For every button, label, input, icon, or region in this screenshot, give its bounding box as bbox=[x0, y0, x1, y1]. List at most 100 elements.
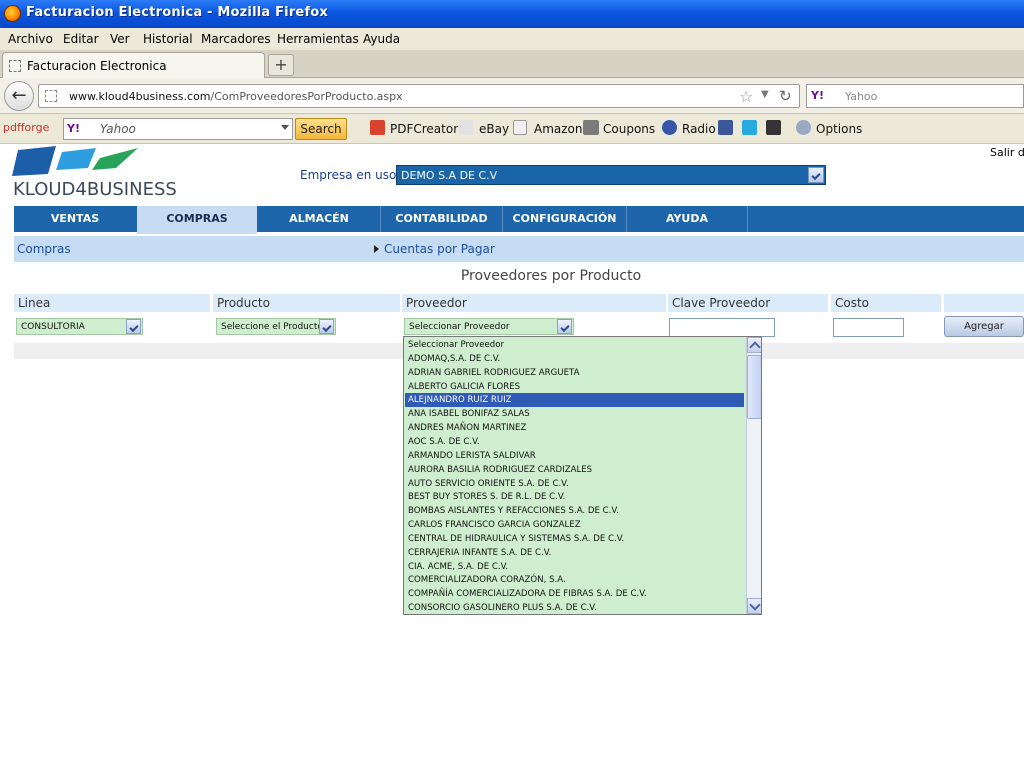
new-tab-button[interactable]: + bbox=[268, 54, 294, 76]
ebay-icon bbox=[459, 120, 473, 135]
clave-proveedor-input[interactable] bbox=[669, 318, 775, 337]
chevron-down-icon[interactable] bbox=[808, 167, 824, 183]
logo-mark-icon bbox=[12, 146, 138, 176]
web-search-placeholder: Yahoo bbox=[845, 90, 878, 103]
dropdown-option[interactable]: AOC S.A. DE C.V. bbox=[405, 435, 744, 449]
menu-marcadores[interactable]: Marcadores bbox=[201, 32, 271, 46]
menu-historial[interactable]: Historial bbox=[143, 32, 193, 46]
twitter-icon[interactable] bbox=[742, 120, 757, 135]
chevron-down-icon[interactable] bbox=[281, 125, 289, 130]
back-button[interactable]: ← bbox=[4, 81, 34, 111]
add-button[interactable]: Agregar bbox=[944, 316, 1024, 337]
empresa-select[interactable]: DEMO S.A DE C.V bbox=[396, 165, 826, 185]
dropdown-option[interactable]: AUTO SERVICIO ORIENTE S.A. DE C.V. bbox=[405, 477, 744, 491]
proveedor-select[interactable]: Seleccionar Proveedor bbox=[404, 318, 574, 335]
linea-value: CONSULTORIA bbox=[21, 322, 85, 332]
header-producto: Producto bbox=[213, 294, 400, 312]
dropdown-option[interactable]: ALBERTO GALICIA FLORES bbox=[405, 380, 744, 394]
bookmark-star-icon[interactable]: ☆ bbox=[739, 87, 753, 106]
scroll-down-icon[interactable] bbox=[747, 598, 761, 614]
nav-compras[interactable]: COMPRAS bbox=[137, 206, 257, 234]
dropdown-scrollbar[interactable] bbox=[746, 337, 761, 614]
radio-button[interactable]: Radio bbox=[682, 122, 716, 136]
coupons-button[interactable]: Coupons bbox=[603, 122, 655, 136]
costo-input[interactable] bbox=[833, 318, 904, 337]
producto-select[interactable]: Seleccione el Producto bbox=[216, 318, 336, 335]
dropdown-option[interactable]: BOMBAS AISLANTES Y REFACCIONES S.A. DE C… bbox=[405, 504, 744, 518]
main-nav: VENTAS COMPRAS ALMACÉN CONTABILIDAD CONF… bbox=[14, 206, 1024, 234]
radio-icon bbox=[662, 120, 677, 135]
empresa-value: DEMO S.A DE C.V bbox=[401, 169, 498, 182]
page-title: Proveedores por Producto bbox=[460, 268, 642, 284]
breadcrumb-compras[interactable]: Compras bbox=[17, 242, 71, 256]
nav-contabilidad[interactable]: CONTABILIDAD bbox=[381, 206, 502, 232]
dropdown-option[interactable]: CONSORCIO GASOLINERO PLUS S.A. DE C.V. bbox=[405, 601, 744, 614]
menu-archivo[interactable]: Archivo bbox=[8, 32, 53, 46]
dropdown-option[interactable]: ARMANDO LERISTA SALDIVAR bbox=[405, 449, 744, 463]
navigation-bar: ← www.kloud4business.com/ComProveedoresP… bbox=[0, 78, 1024, 114]
ebay-button[interactable]: eBay bbox=[479, 122, 509, 136]
dropdown-option[interactable]: AURORA BASILIA RODRIGUEZ CARDIZALES bbox=[405, 463, 744, 477]
empresa-label: Empresa en uso: bbox=[300, 168, 401, 182]
dropdown-option[interactable]: CENTRAL DE HIDRAULICA Y SISTEMAS S.A. DE… bbox=[405, 532, 744, 546]
linea-select[interactable]: CONSULTORIA bbox=[16, 318, 143, 335]
menu-editar[interactable]: Editar bbox=[63, 32, 99, 46]
page-icon bbox=[45, 90, 57, 102]
nav-ventas[interactable]: VENTAS bbox=[14, 206, 136, 232]
menu-ayuda[interactable]: Ayuda bbox=[363, 32, 400, 46]
dropdown-option[interactable]: ADRIAN GABRIEL RODRIGUEZ ARGUETA bbox=[405, 366, 744, 380]
kloud4business-logo: KLOUD4BUSINESS bbox=[12, 146, 177, 202]
logo-text: KLOUD4BUSINESS bbox=[13, 179, 177, 200]
web-search-box[interactable]: Y! Yahoo bbox=[806, 84, 1024, 108]
history-dropdown-icon[interactable]: ▼ bbox=[761, 89, 769, 100]
proveedor-dropdown-list[interactable]: Seleccionar Proveedor ADOMAQ,S.A. DE C.V.… bbox=[403, 336, 762, 615]
window-titlebar: Facturacion Electronica - Mozilla Firefo… bbox=[0, 0, 1024, 28]
link-cuentas-por-pagar[interactable]: Cuentas por Pagar bbox=[384, 242, 495, 256]
header-actions bbox=[944, 294, 1024, 312]
dropdown-option[interactable]: ALEJNANDRO RUIZ RUIZ bbox=[405, 393, 744, 408]
facebook-icon[interactable] bbox=[718, 120, 733, 135]
menu-herramientas[interactable]: Herramientas bbox=[277, 32, 359, 46]
logout-link[interactable]: Salir d bbox=[990, 146, 1024, 159]
dropdown-option[interactable]: ANA ISABEL BONIFAZ SALAS bbox=[405, 407, 744, 421]
toolbar-search-box[interactable]: Y! Yahoo bbox=[63, 118, 293, 140]
chevron-down-icon[interactable] bbox=[557, 319, 572, 334]
sub-nav: Compras Cuentas por Pagar bbox=[14, 236, 1024, 262]
dropdown-option[interactable]: CIA. ACME, S.A. DE C.V. bbox=[405, 560, 744, 574]
header-clave-proveedor: Clave Proveedor bbox=[668, 294, 828, 312]
dropdown-option[interactable]: COMPAÑÍA COMERCIALIZADORA DE FIBRAS S.A.… bbox=[405, 587, 744, 601]
dropdown-option[interactable]: CERRAJERIA INFANTE S.A. DE C.V. bbox=[405, 546, 744, 560]
proveedor-value: Seleccionar Proveedor bbox=[409, 322, 510, 332]
menu-ver[interactable]: Ver bbox=[110, 32, 130, 46]
search-button[interactable]: Search bbox=[295, 118, 347, 140]
url-path: /ComProveedoresPorProducto.aspx bbox=[210, 90, 403, 103]
dropdown-option[interactable]: COMERCIALIZADORA CORAZÓN, S.A. bbox=[405, 573, 744, 587]
dropdown-option[interactable]: Seleccionar Proveedor bbox=[405, 338, 744, 352]
browser-tab[interactable]: Facturacion Electronica bbox=[2, 52, 265, 78]
nav-ayuda[interactable]: AYUDA bbox=[627, 206, 747, 232]
nav-almacen[interactable]: ALMACÉN bbox=[258, 206, 380, 232]
dropdown-option[interactable]: ADOMAQ,S.A. DE C.V. bbox=[405, 352, 744, 366]
chevron-down-icon[interactable] bbox=[126, 319, 141, 334]
amazon-button[interactable]: Amazon bbox=[534, 122, 583, 136]
coupons-icon bbox=[583, 120, 599, 135]
url-text: www.kloud4business.com/ComProveedoresPor… bbox=[69, 90, 403, 103]
toolbar-search-value: Yahoo bbox=[100, 122, 136, 136]
reload-icon[interactable]: ↻ bbox=[779, 87, 792, 105]
pdfcreator-button[interactable]: PDFCreator bbox=[390, 122, 458, 136]
dropdown-option[interactable]: CARLOS FRANCISCO GARCIA GONZALEZ bbox=[405, 518, 744, 532]
google-plus-icon[interactable] bbox=[766, 120, 781, 135]
scroll-up-icon[interactable] bbox=[747, 337, 761, 353]
producto-value: Seleccione el Producto bbox=[221, 322, 323, 332]
dropdown-option[interactable]: BEST BUY STORES S. DE R.L. DE C.V. bbox=[405, 490, 744, 504]
scroll-thumb[interactable] bbox=[747, 355, 761, 419]
tab-title: Facturacion Electronica bbox=[27, 59, 167, 73]
address-bar[interactable]: www.kloud4business.com/ComProveedoresPor… bbox=[38, 84, 800, 108]
yahoo-logo-icon: Y! bbox=[811, 89, 824, 102]
chevron-down-icon[interactable] bbox=[319, 319, 334, 334]
firefox-icon bbox=[4, 5, 21, 22]
pdfforge-logo[interactable]: pdfforge bbox=[3, 121, 49, 134]
options-button[interactable]: Options bbox=[816, 122, 862, 136]
dropdown-option[interactable]: ANDRES MAÑON MARTINEZ bbox=[405, 421, 744, 435]
nav-configuracion[interactable]: CONFIGURACIÓN bbox=[503, 206, 626, 232]
